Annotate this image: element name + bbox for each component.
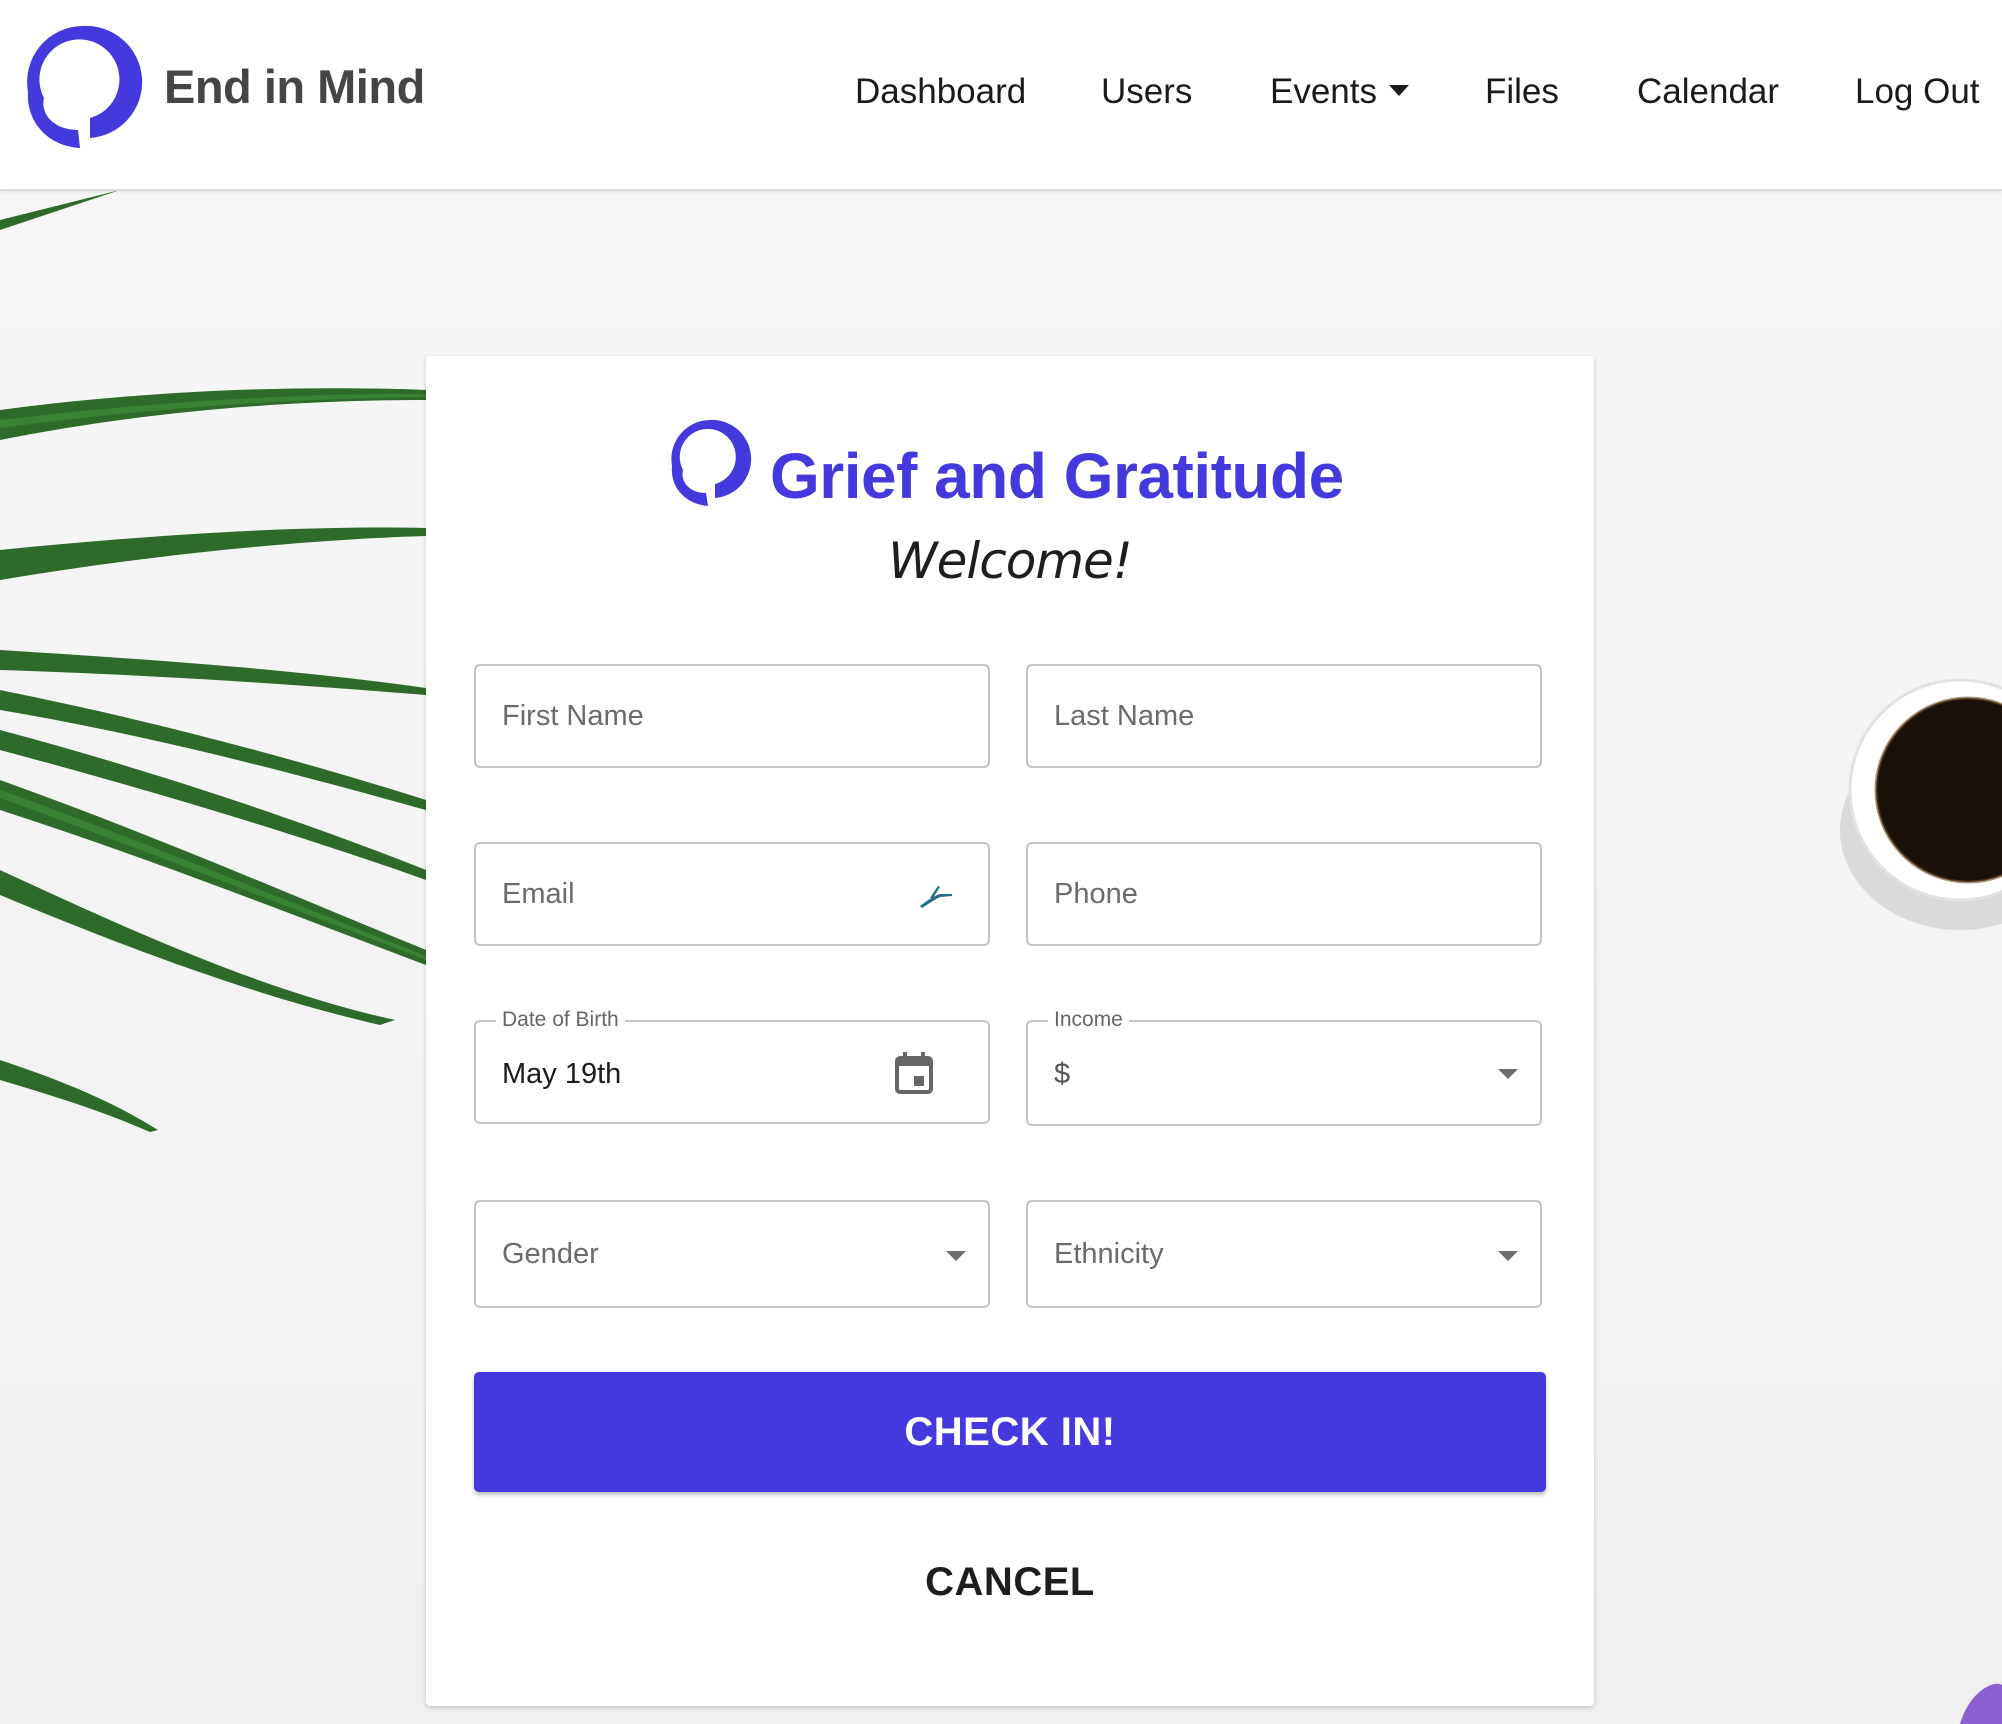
cancel-button[interactable]: CANCEL [850,1552,1170,1612]
nav-users[interactable]: Users [1101,70,1192,114]
nav-dashboard[interactable]: Dashboard [855,70,1026,114]
ethnicity-placeholder: Ethnicity [1054,1238,1164,1270]
main-nav: Dashboard Users Events Files Calendar Lo… [0,70,2002,120]
top-navbar: End in Mind Dashboard Users Events Files… [0,0,2002,191]
leaf-shape [0,190,120,230]
phone-placeholder: Phone [1054,878,1138,910]
event-logo-icon [671,419,752,506]
checkin-card: Grief and Gratitude Welcome! First Name … [426,356,1594,1706]
dropdown-caret-icon [1389,85,1409,97]
nav-events-label: Events [1270,72,1377,111]
nav-events[interactable]: Events [1270,70,1409,114]
event-title: Grief and Gratitude [770,440,1344,512]
nav-log-out[interactable]: Log Out [1855,70,1980,114]
card-header: Grief and Gratitude [666,416,1344,512]
last-name-placeholder: Last Name [1054,700,1195,732]
autofill-extension-icon[interactable] [916,882,956,910]
gender-placeholder: Gender [502,1238,599,1270]
chevron-down-icon [1498,1069,1518,1079]
income-select[interactable]: Income $ [1026,1008,1542,1126]
phone-field[interactable]: Phone [1026,842,1542,946]
nav-files[interactable]: Files [1485,70,1559,114]
check-in-button[interactable]: CHECK IN! [474,1372,1546,1492]
calendar-icon[interactable] [894,1052,934,1096]
last-name-field[interactable]: Last Name [1026,664,1542,768]
gender-select[interactable]: Gender [474,1200,990,1308]
email-placeholder: Email [502,878,575,910]
welcome-heading: Welcome! [888,532,1133,590]
email-field[interactable]: Email [474,842,990,946]
first-name-placeholder: First Name [502,700,644,732]
ethnicity-select[interactable]: Ethnicity [1026,1200,1542,1308]
chevron-down-icon [1498,1251,1518,1261]
date-of-birth-field[interactable]: Date of Birth May 19th [474,1008,990,1124]
income-value: $ [1054,1058,1071,1090]
date-of-birth-value: May 19th [502,1058,622,1090]
nav-calendar[interactable]: Calendar [1637,70,1779,114]
first-name-field[interactable]: First Name [474,664,990,768]
chevron-down-icon [946,1251,966,1261]
